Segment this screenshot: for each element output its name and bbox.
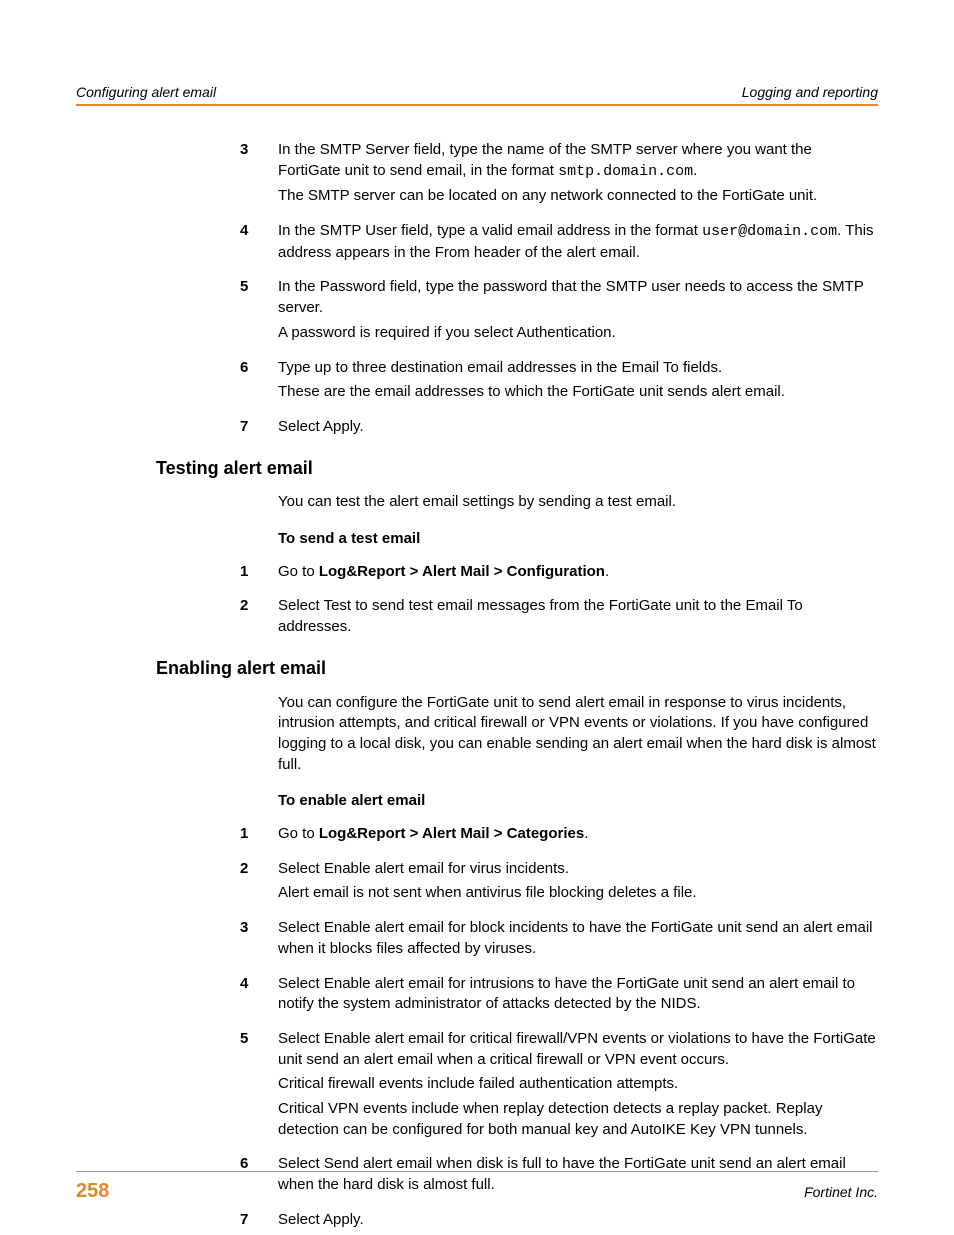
step-number: 2: [240, 596, 278, 637]
step-paragraph: A password is required if you select Aut…: [278, 323, 878, 344]
step-list-testing: 1Go to Log&Report > Alert Mail > Configu…: [240, 562, 878, 638]
page-content: 3In the SMTP Server field, type the name…: [76, 140, 878, 1230]
numbered-step: 2Select Enable alert email for virus inc…: [240, 859, 878, 904]
step-number: 6: [240, 358, 278, 403]
step-number: 4: [240, 974, 278, 1015]
numbered-step: 4In the SMTP User field, type a valid em…: [240, 221, 878, 263]
step-body: Select Enable alert email for critical f…: [278, 1029, 878, 1140]
step-paragraph: Alert email is not sent when antivirus f…: [278, 883, 878, 904]
step-body: Type up to three destination email addre…: [278, 358, 878, 403]
step-body: Select Enable alert email for block inci…: [278, 918, 878, 959]
step-list-top: 3In the SMTP Server field, type the name…: [240, 140, 878, 438]
header-right: Logging and reporting: [742, 84, 878, 100]
numbered-step: 4Select Enable alert email for intrusion…: [240, 974, 878, 1015]
code-text: user@domain.com: [702, 223, 837, 240]
numbered-step: 5Select Enable alert email for critical …: [240, 1029, 878, 1140]
numbered-step: 7Select Apply.: [240, 1210, 878, 1231]
step-number: 5: [240, 1029, 278, 1140]
step-number: 7: [240, 1210, 278, 1231]
page: Configuring alert email Logging and repo…: [0, 0, 954, 1230]
intro-text: You can test the alert email settings by…: [278, 492, 878, 513]
step-number: 4: [240, 221, 278, 263]
step-body: Select Enable alert email for intrusions…: [278, 974, 878, 1015]
section-intro-enabling: You can configure the FortiGate unit to …: [278, 693, 878, 776]
step-body: Select Test to send test email messages …: [278, 596, 878, 637]
code-text: smtp.domain.com: [558, 163, 693, 180]
numbered-step: 1Go to Log&Report > Alert Mail > Configu…: [240, 562, 878, 583]
step-paragraph: The SMTP server can be located on any ne…: [278, 186, 878, 207]
step-paragraph: Select Apply.: [278, 1210, 878, 1231]
step-paragraph: Select Enable alert email for virus inci…: [278, 859, 878, 880]
step-paragraph: Go to Log&Report > Alert Mail > Configur…: [278, 562, 878, 583]
intro-text: You can configure the FortiGate unit to …: [278, 693, 878, 776]
step-number: 7: [240, 417, 278, 438]
step-paragraph: Go to Log&Report > Alert Mail > Categori…: [278, 824, 878, 845]
step-paragraph: In the Password field, type the password…: [278, 277, 878, 318]
step-paragraph: Select Enable alert email for critical f…: [278, 1029, 878, 1070]
step-paragraph: Select Apply.: [278, 417, 878, 438]
step-body: Go to Log&Report > Alert Mail > Categori…: [278, 824, 878, 845]
footer-company: Fortinet Inc.: [804, 1184, 878, 1200]
step-body: In the Password field, type the password…: [278, 277, 878, 343]
step-number: 1: [240, 824, 278, 845]
numbered-step: 3In the SMTP Server field, type the name…: [240, 140, 878, 207]
step-number: 2: [240, 859, 278, 904]
page-footer: 258 Fortinet Inc.: [76, 1171, 878, 1203]
section-heading-testing: Testing alert email: [156, 456, 878, 481]
procedure-heading-enable: To enable alert email: [278, 791, 878, 812]
step-paragraph: Select Enable alert email for block inci…: [278, 918, 878, 959]
numbered-step: 6Type up to three destination email addr…: [240, 358, 878, 403]
step-paragraph: Select Test to send test email messages …: [278, 596, 878, 637]
step-number: 1: [240, 562, 278, 583]
numbered-step: 2Select Test to send test email messages…: [240, 596, 878, 637]
step-body: Select Enable alert email for virus inci…: [278, 859, 878, 904]
section-intro-testing: You can test the alert email settings by…: [278, 492, 878, 513]
step-list-enabling: 1Go to Log&Report > Alert Mail > Categor…: [240, 824, 878, 1230]
step-number: 3: [240, 918, 278, 959]
step-paragraph: Critical firewall events include failed …: [278, 1074, 878, 1095]
page-number: 258: [76, 1180, 109, 1203]
step-paragraph: In the SMTP User field, type a valid ema…: [278, 221, 878, 263]
step-number: 3: [240, 140, 278, 207]
header-left: Configuring alert email: [76, 84, 216, 100]
footer-row: 258 Fortinet Inc.: [76, 1180, 878, 1203]
step-number: 5: [240, 277, 278, 343]
section-heading-enabling: Enabling alert email: [156, 656, 878, 681]
step-body: Select Apply.: [278, 417, 878, 438]
step-body: In the SMTP User field, type a valid ema…: [278, 221, 878, 263]
step-paragraph: Critical VPN events include when replay …: [278, 1099, 878, 1140]
step-body: Go to Log&Report > Alert Mail > Configur…: [278, 562, 878, 583]
numbered-step: 1Go to Log&Report > Alert Mail > Categor…: [240, 824, 878, 845]
step-paragraph: Select Enable alert email for intrusions…: [278, 974, 878, 1015]
bold-text: Log&Report > Alert Mail > Configuration: [319, 563, 605, 580]
step-body: In the SMTP Server field, type the name …: [278, 140, 878, 207]
step-body: Select Apply.: [278, 1210, 878, 1231]
bold-text: Log&Report > Alert Mail > Categories: [319, 825, 584, 842]
numbered-step: 3Select Enable alert email for block inc…: [240, 918, 878, 959]
footer-rule: [76, 1171, 878, 1172]
step-paragraph: In the SMTP Server field, type the name …: [278, 140, 878, 182]
step-paragraph: These are the email addresses to which t…: [278, 382, 878, 403]
step-paragraph: Type up to three destination email addre…: [278, 358, 878, 379]
numbered-step: 5In the Password field, type the passwor…: [240, 277, 878, 343]
procedure-heading-test: To send a test email: [278, 529, 878, 550]
numbered-step: 7Select Apply.: [240, 417, 878, 438]
running-header: Configuring alert email Logging and repo…: [76, 84, 878, 106]
